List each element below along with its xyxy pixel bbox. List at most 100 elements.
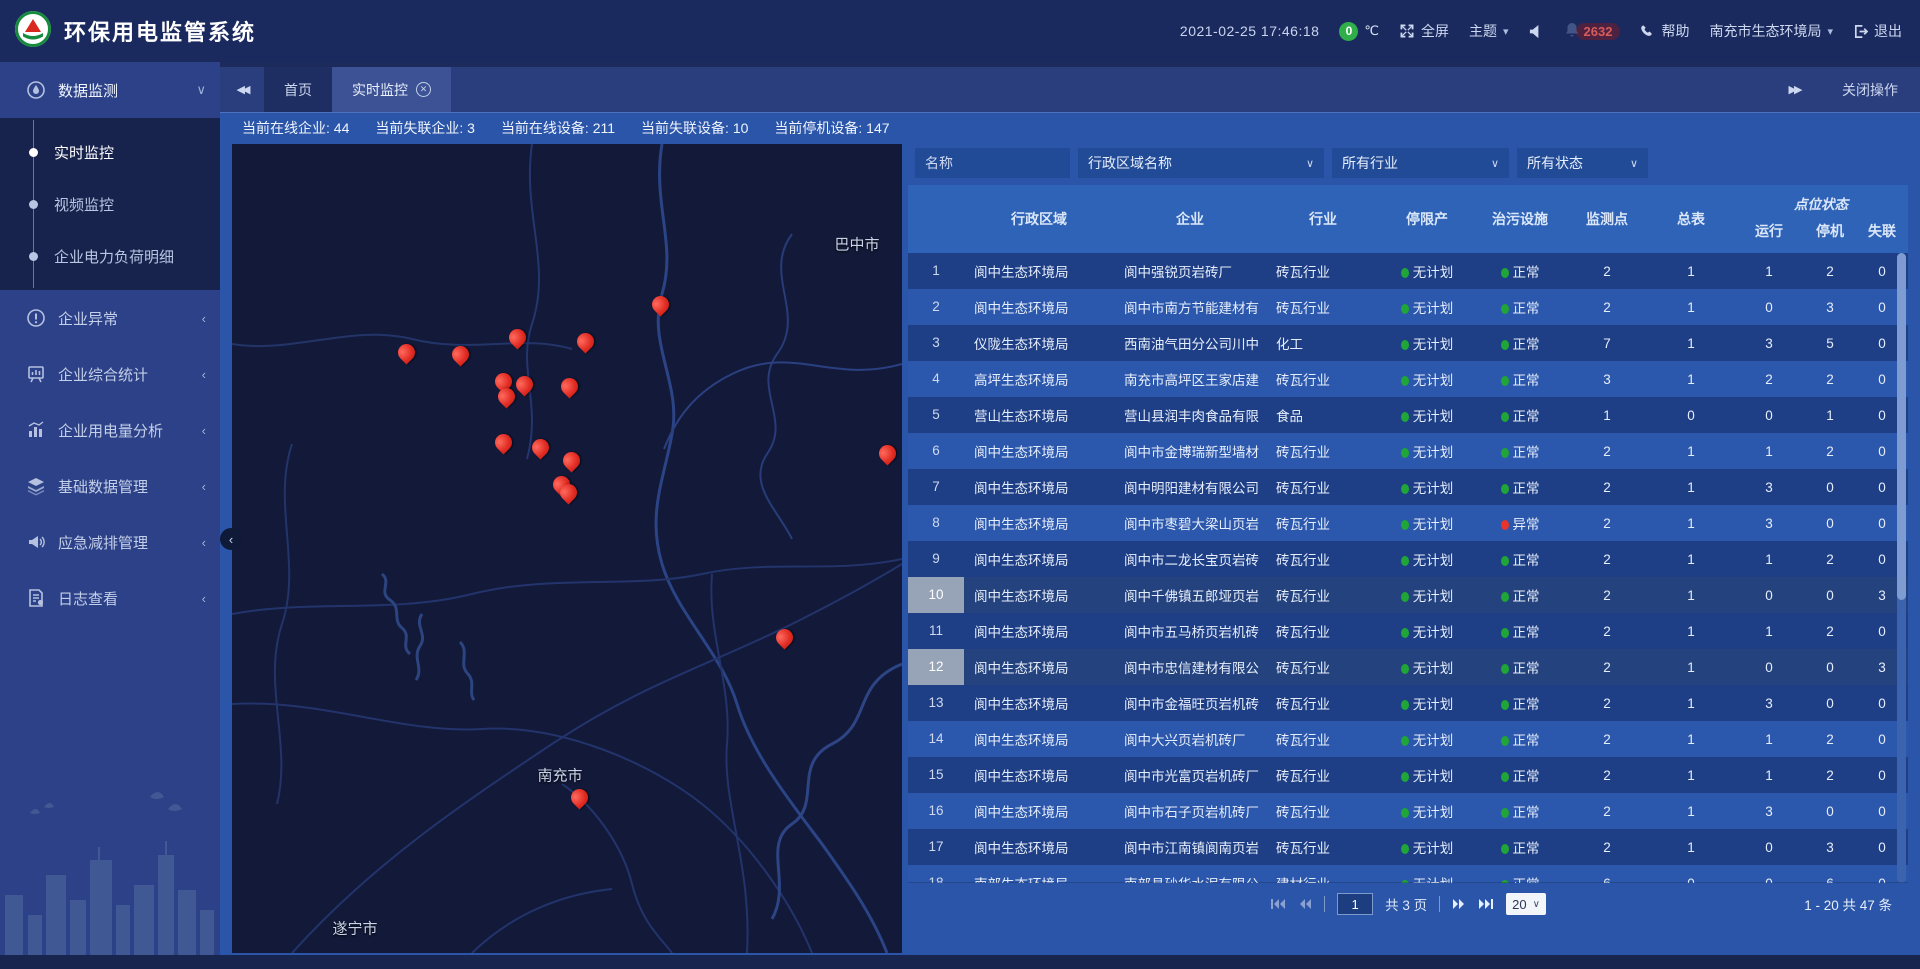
scrollbar-thumb[interactable]	[1897, 253, 1906, 600]
table-cell: 2	[1566, 660, 1648, 675]
fullscreen-button[interactable]: 全屏	[1399, 21, 1449, 41]
temperature-indicator: 0 ℃	[1339, 22, 1379, 41]
table-cell: 阆中市光富页岩机砖厂	[1114, 765, 1266, 785]
sidebar-item[interactable]: 基础数据管理‹	[0, 458, 220, 514]
table-row[interactable]: 7阆中生态环境局阆中明阳建材有限公司砖瓦行业无计划正常21300	[908, 469, 1908, 505]
table-cell: 1	[1648, 444, 1734, 459]
table-scrollbar[interactable]	[1897, 253, 1906, 883]
sidebar-item[interactable]: 企业异常‹	[0, 290, 220, 346]
tab[interactable]: 首页	[264, 67, 332, 112]
table-row[interactable]: 14阆中生态环境局阆中大兴页岩机砖厂砖瓦行业无计划正常21120	[908, 721, 1908, 757]
sidebar-subitem[interactable]: 企业电力负荷明细	[0, 230, 220, 282]
region-filter-select[interactable]: 行政区域名称 ∨	[1078, 148, 1324, 178]
name-filter-input[interactable]	[915, 148, 1070, 178]
table-cell: 1	[1734, 552, 1804, 567]
page-number-input[interactable]: 1	[1337, 893, 1373, 915]
status-dot	[1401, 844, 1409, 854]
prev-page-button[interactable]	[1298, 898, 1312, 910]
sidebar-subitem-label: 企业电力负荷明细	[54, 246, 174, 267]
status-dot	[1401, 736, 1409, 746]
org-dropdown[interactable]: 南充市生态环境局 ▾	[1709, 21, 1833, 41]
first-page-button[interactable]	[1270, 898, 1286, 910]
table-cell: 阆中市二龙长宝页岩砖	[1114, 549, 1266, 569]
table-cell: 1	[1648, 732, 1734, 747]
table-row[interactable]: 1阆中生态环境局阆中强锐页岩砖厂砖瓦行业无计划正常21120	[908, 253, 1908, 289]
table-cell: 0	[1734, 588, 1804, 603]
table-row[interactable]: 4高坪生态环境局南充市高坪区王家店建砖瓦行业无计划正常31220	[908, 361, 1908, 397]
status-text: 异常	[1513, 517, 1540, 532]
table-row[interactable]: 16阆中生态环境局阆中市石子页岩机砖厂砖瓦行业无计划正常21300	[908, 793, 1908, 829]
scroll-tabs-left-button[interactable]: ◀◀	[220, 67, 264, 112]
last-page-button[interactable]	[1478, 898, 1494, 910]
status-dot	[1401, 592, 1409, 602]
table-row[interactable]: 9阆中生态环境局阆中市二龙长宝页岩砖砖瓦行业无计划正常21120	[908, 541, 1908, 577]
table-cell: 砖瓦行业	[1266, 549, 1380, 569]
app-root: 环保用电监管系统 2021-02-25 17:46:18 0 ℃ 全屏 主题 ▾	[0, 0, 1920, 969]
status-dot	[1401, 664, 1409, 674]
close-icon[interactable]: ✕	[416, 82, 431, 97]
logout-button[interactable]: 退出	[1853, 21, 1902, 41]
table-cell: 0	[1804, 804, 1856, 819]
table-cell: 阆中市江南镇阆南页岩	[1114, 837, 1266, 857]
speaker-icon	[1529, 24, 1544, 39]
status-dot	[1501, 664, 1509, 674]
collapse-sidebar-button[interactable]: ‹	[220, 528, 242, 550]
table-row[interactable]: 8阆中生态环境局阆中市枣碧大梁山页岩砖瓦行业无计划异常21300	[908, 505, 1908, 541]
sidebar-subitem[interactable]: 视频监控	[0, 178, 220, 230]
table-cell: 正常	[1474, 369, 1566, 389]
page-size-select[interactable]: 20 ∨	[1506, 893, 1546, 915]
table-cell: 0	[1804, 516, 1856, 531]
table-cell: 无计划	[1380, 477, 1474, 497]
table-row[interactable]: 18南部生态环境局南部县砂华水泥有限公建材行业无计划正常60060	[908, 865, 1908, 883]
notifications-button[interactable]: 2632	[1564, 22, 1621, 41]
sidebar-item[interactable]: 企业用电量分析‹	[0, 402, 220, 458]
table-row[interactable]: 3仪陇生态环境局西南油气田分公司川中化工无计划正常71350	[908, 325, 1908, 361]
stats-icon	[26, 364, 46, 384]
table-row[interactable]: 10阆中生态环境局阆中千佛镇五郎垭页岩砖瓦行业无计划正常21003	[908, 577, 1908, 613]
scroll-tabs-right-button[interactable]: ▶▶	[1772, 83, 1816, 96]
sidebar-subitem[interactable]: 实时监控	[0, 126, 220, 178]
table-row[interactable]: 2阆中生态环境局阆中市南方节能建材有砖瓦行业无计划正常21030	[908, 289, 1908, 325]
close-operations-button[interactable]: 关闭操作	[1842, 80, 1898, 100]
chevron-down-icon: ∨	[1306, 157, 1314, 170]
status-dot	[1501, 268, 1509, 278]
sidebar-item[interactable]: 应急减排管理‹	[0, 514, 220, 570]
column-header-halt: 停机	[1804, 215, 1856, 241]
table-cell: 0	[1804, 696, 1856, 711]
table-row[interactable]: 6阆中生态环境局阆中市金博瑞新型墙材砖瓦行业无计划正常21120	[908, 433, 1908, 469]
table-cell: 2	[1804, 552, 1856, 567]
table-row[interactable]: 13阆中生态环境局阆中市金福旺页岩机砖砖瓦行业无计划正常21300	[908, 685, 1908, 721]
mute-button[interactable]	[1529, 24, 1544, 39]
status-dot	[1501, 484, 1509, 494]
status-dot	[1401, 304, 1409, 314]
theme-dropdown[interactable]: 主题 ▾	[1469, 21, 1509, 41]
industry-filter-select[interactable]: 所有行业 ∨	[1332, 148, 1509, 178]
status-filter-select[interactable]: 所有状态 ∨	[1517, 148, 1648, 178]
table-row[interactable]: 12阆中生态环境局阆中市忠信建材有限公砖瓦行业无计划正常21003	[908, 649, 1908, 685]
logout-icon	[1853, 24, 1868, 39]
table-cell: 2	[1804, 624, 1856, 639]
layers-icon	[26, 476, 46, 496]
sidebar-item[interactable]: 企业综合统计‹	[0, 346, 220, 402]
table-cell: 正常	[1474, 873, 1566, 883]
sidebar-item[interactable]: 数据监测∨	[0, 62, 220, 118]
table-cell: 2	[1804, 264, 1856, 279]
enterprise-table: 行政区域 企业 行业 停限产 治污设施 监测点 总表 点位状态 运行 停机 失联…	[908, 185, 1908, 883]
next-page-button[interactable]	[1452, 898, 1466, 910]
table-cell: 2	[1566, 732, 1648, 747]
table-row[interactable]: 15阆中生态环境局阆中市光富页岩机砖厂砖瓦行业无计划正常21120	[908, 757, 1908, 793]
sidebar-item[interactable]: 日志查看‹	[0, 570, 220, 626]
table-row[interactable]: 5营山生态环境局营山县润丰肉食品有限食品无计划正常10010	[908, 397, 1908, 433]
table-row[interactable]: 17阆中生态环境局阆中市江南镇阆南页岩砖瓦行业无计划正常21030	[908, 829, 1908, 865]
table-cell: 5	[1804, 336, 1856, 351]
status-text: 无计划	[1413, 697, 1454, 712]
help-button[interactable]: 帮助	[1640, 21, 1689, 41]
column-header-meter: 总表	[1648, 209, 1734, 229]
sidebar-item-label: 数据监测	[58, 80, 196, 101]
map-canvas[interactable]: 巴中市南充市遂宁市	[232, 144, 902, 953]
status-dot	[1501, 844, 1509, 854]
table-row[interactable]: 11阆中生态环境局阆中市五马桥页岩机砖砖瓦行业无计划正常21120	[908, 613, 1908, 649]
map-city-label: 巴中市	[835, 234, 880, 255]
status-dot	[1401, 448, 1409, 458]
tab[interactable]: 实时监控✕	[332, 67, 451, 112]
